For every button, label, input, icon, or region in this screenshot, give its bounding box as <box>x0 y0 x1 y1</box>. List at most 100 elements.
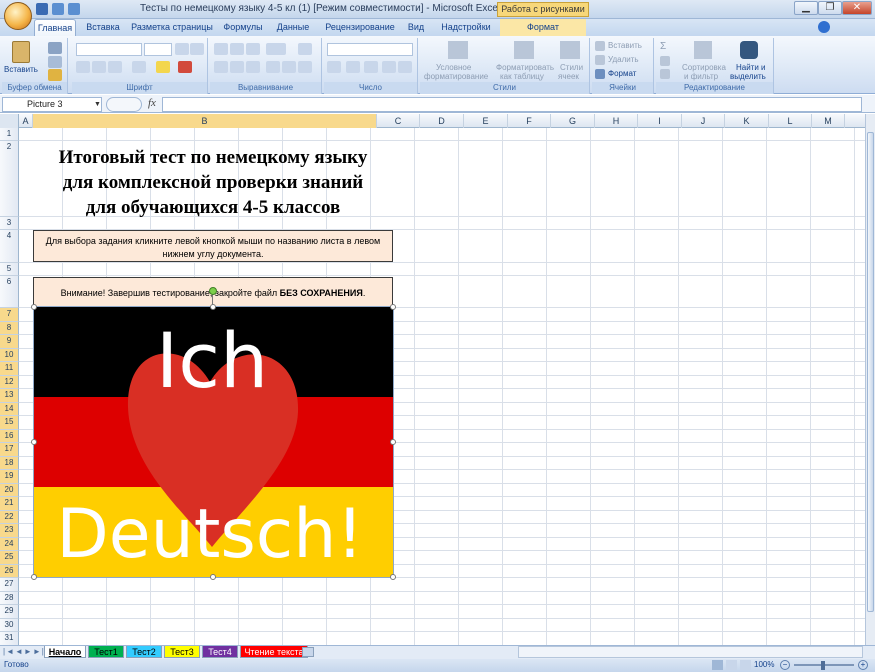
row-header-17[interactable]: 17 <box>0 443 19 457</box>
row-header-25[interactable]: 25 <box>0 551 19 565</box>
bold-icon[interactable] <box>76 61 90 73</box>
sort-filter-line1[interactable]: Сортировка <box>682 63 726 72</box>
sheet-tab-6[interactable]: Чтение текста <box>240 646 308 658</box>
name-box[interactable]: Picture 3 <box>2 97 102 112</box>
vertical-scrollbar[interactable] <box>865 114 875 645</box>
name-box-dropdown-icon[interactable]: ▼ <box>94 101 101 108</box>
office-button[interactable] <box>4 2 32 30</box>
tab-review[interactable]: Рецензирование <box>318 19 402 36</box>
find-select-line2[interactable]: выделить <box>730 72 766 81</box>
align-top-icon[interactable] <box>214 43 228 55</box>
insert-cells-icon[interactable] <box>595 41 605 51</box>
column-header-B[interactable]: B <box>33 114 377 128</box>
column-header-H[interactable]: H <box>595 114 638 128</box>
row-header-11[interactable]: 11 <box>0 362 19 376</box>
decrease-decimal-icon[interactable] <box>398 61 412 73</box>
percent-icon[interactable] <box>346 61 360 73</box>
row-header-27[interactable]: 27 <box>0 578 19 592</box>
page-break-view-icon[interactable] <box>740 660 751 670</box>
fill-icon[interactable] <box>660 56 670 66</box>
column-header-L[interactable]: L <box>769 114 812 128</box>
copy-icon[interactable] <box>48 56 62 68</box>
undo-icon[interactable] <box>52 3 64 15</box>
cell-styles-icon[interactable] <box>560 41 580 59</box>
zoom-slider-thumb[interactable] <box>821 661 825 670</box>
row-header-29[interactable]: 29 <box>0 605 19 619</box>
orientation-icon[interactable] <box>266 43 286 55</box>
tab-view[interactable]: Вид <box>404 19 428 36</box>
clear-icon[interactable] <box>660 69 670 79</box>
tab-page-layout[interactable]: Разметка страницы <box>130 19 214 36</box>
column-header-M[interactable]: M <box>812 114 845 128</box>
format-cells-button[interactable]: Формат <box>608 69 636 78</box>
sheet-tab-2[interactable]: Тест1 <box>88 646 124 658</box>
conditional-format-icon[interactable] <box>448 41 468 59</box>
tab-addins[interactable]: Надстройки <box>436 19 496 36</box>
insert-function-icon[interactable]: fx <box>148 97 156 109</box>
column-header-J[interactable]: J <box>682 114 725 128</box>
sort-filter-icon[interactable] <box>694 41 712 59</box>
autosum-icon[interactable]: Σ <box>660 41 666 52</box>
vertical-scroll-thumb[interactable] <box>867 132 874 612</box>
zoom-level[interactable]: 100% <box>754 660 774 669</box>
row-header-31[interactable]: 31 <box>0 632 19 646</box>
row-header-21[interactable]: 21 <box>0 497 19 511</box>
resize-handle-tr[interactable] <box>390 304 396 310</box>
row-header-7[interactable]: 7 <box>0 308 19 322</box>
borders-icon[interactable] <box>132 61 146 73</box>
paste-button[interactable]: Вставить <box>4 65 38 74</box>
merge-center-icon[interactable] <box>298 61 312 73</box>
formula-cancel-enter[interactable] <box>106 97 142 112</box>
minimize-button[interactable]: ▁ <box>794 1 818 15</box>
tab-home[interactable]: Главная <box>34 19 76 37</box>
delete-cells-button[interactable]: Удалить <box>608 55 639 64</box>
sheet-tab-4[interactable]: Тест3 <box>164 646 200 658</box>
column-header-I[interactable]: I <box>638 114 682 128</box>
increase-decimal-icon[interactable] <box>382 61 396 73</box>
sheet-tab-5[interactable]: Тест4 <box>202 646 238 658</box>
resize-handle-r[interactable] <box>390 439 396 445</box>
conditional-format-line2[interactable]: форматирование <box>424 72 488 81</box>
column-header-E[interactable]: E <box>464 114 508 128</box>
conditional-format-line1[interactable]: Условное <box>436 63 471 72</box>
paste-icon[interactable] <box>12 41 30 63</box>
cut-icon[interactable] <box>48 42 62 54</box>
find-select-line1[interactable]: Найти и <box>736 63 766 72</box>
horizontal-scrollbar[interactable] <box>518 646 863 658</box>
column-header-A[interactable]: A <box>19 114 33 128</box>
formula-input[interactable] <box>162 97 862 112</box>
font-color-icon[interactable] <box>178 61 192 73</box>
zoom-in-button[interactable]: + <box>858 660 868 670</box>
close-button[interactable]: ✕ <box>842 1 872 15</box>
page-layout-view-icon[interactable] <box>726 660 737 670</box>
sort-filter-line2[interactable]: и фильтр <box>684 72 718 81</box>
row-header-13[interactable]: 13 <box>0 389 19 403</box>
comma-icon[interactable] <box>364 61 378 73</box>
column-header-G[interactable]: G <box>551 114 595 128</box>
zoom-out-button[interactable]: − <box>780 660 790 670</box>
wrap-text-icon[interactable] <box>298 43 312 55</box>
format-as-table-line2[interactable]: как таблицу <box>500 72 544 81</box>
currency-icon[interactable] <box>327 61 341 73</box>
resize-handle-br[interactable] <box>390 574 396 580</box>
help-icon[interactable] <box>818 21 830 33</box>
shrink-font-icon[interactable] <box>190 43 204 55</box>
normal-view-icon[interactable] <box>712 660 723 670</box>
align-right-icon[interactable] <box>246 61 260 73</box>
tab-formulas[interactable]: Формулы <box>218 19 268 36</box>
tab-format[interactable]: Формат <box>500 19 586 36</box>
resize-handle-b[interactable] <box>210 574 216 580</box>
format-cells-icon[interactable] <box>595 69 605 79</box>
row-header-2[interactable]: 2 <box>0 141 19 217</box>
align-center-icon[interactable] <box>230 61 244 73</box>
font-size-select[interactable] <box>144 43 172 56</box>
row-header-19[interactable]: 19 <box>0 470 19 484</box>
insert-sheet-icon[interactable] <box>302 647 314 657</box>
resize-handle-tl[interactable] <box>31 304 37 310</box>
column-header-K[interactable]: K <box>725 114 769 128</box>
delete-cells-icon[interactable] <box>595 55 605 65</box>
rotate-handle[interactable] <box>209 287 217 295</box>
column-header-F[interactable]: F <box>508 114 551 128</box>
fill-color-icon[interactable] <box>156 61 170 73</box>
row-header-23[interactable]: 23 <box>0 524 19 538</box>
